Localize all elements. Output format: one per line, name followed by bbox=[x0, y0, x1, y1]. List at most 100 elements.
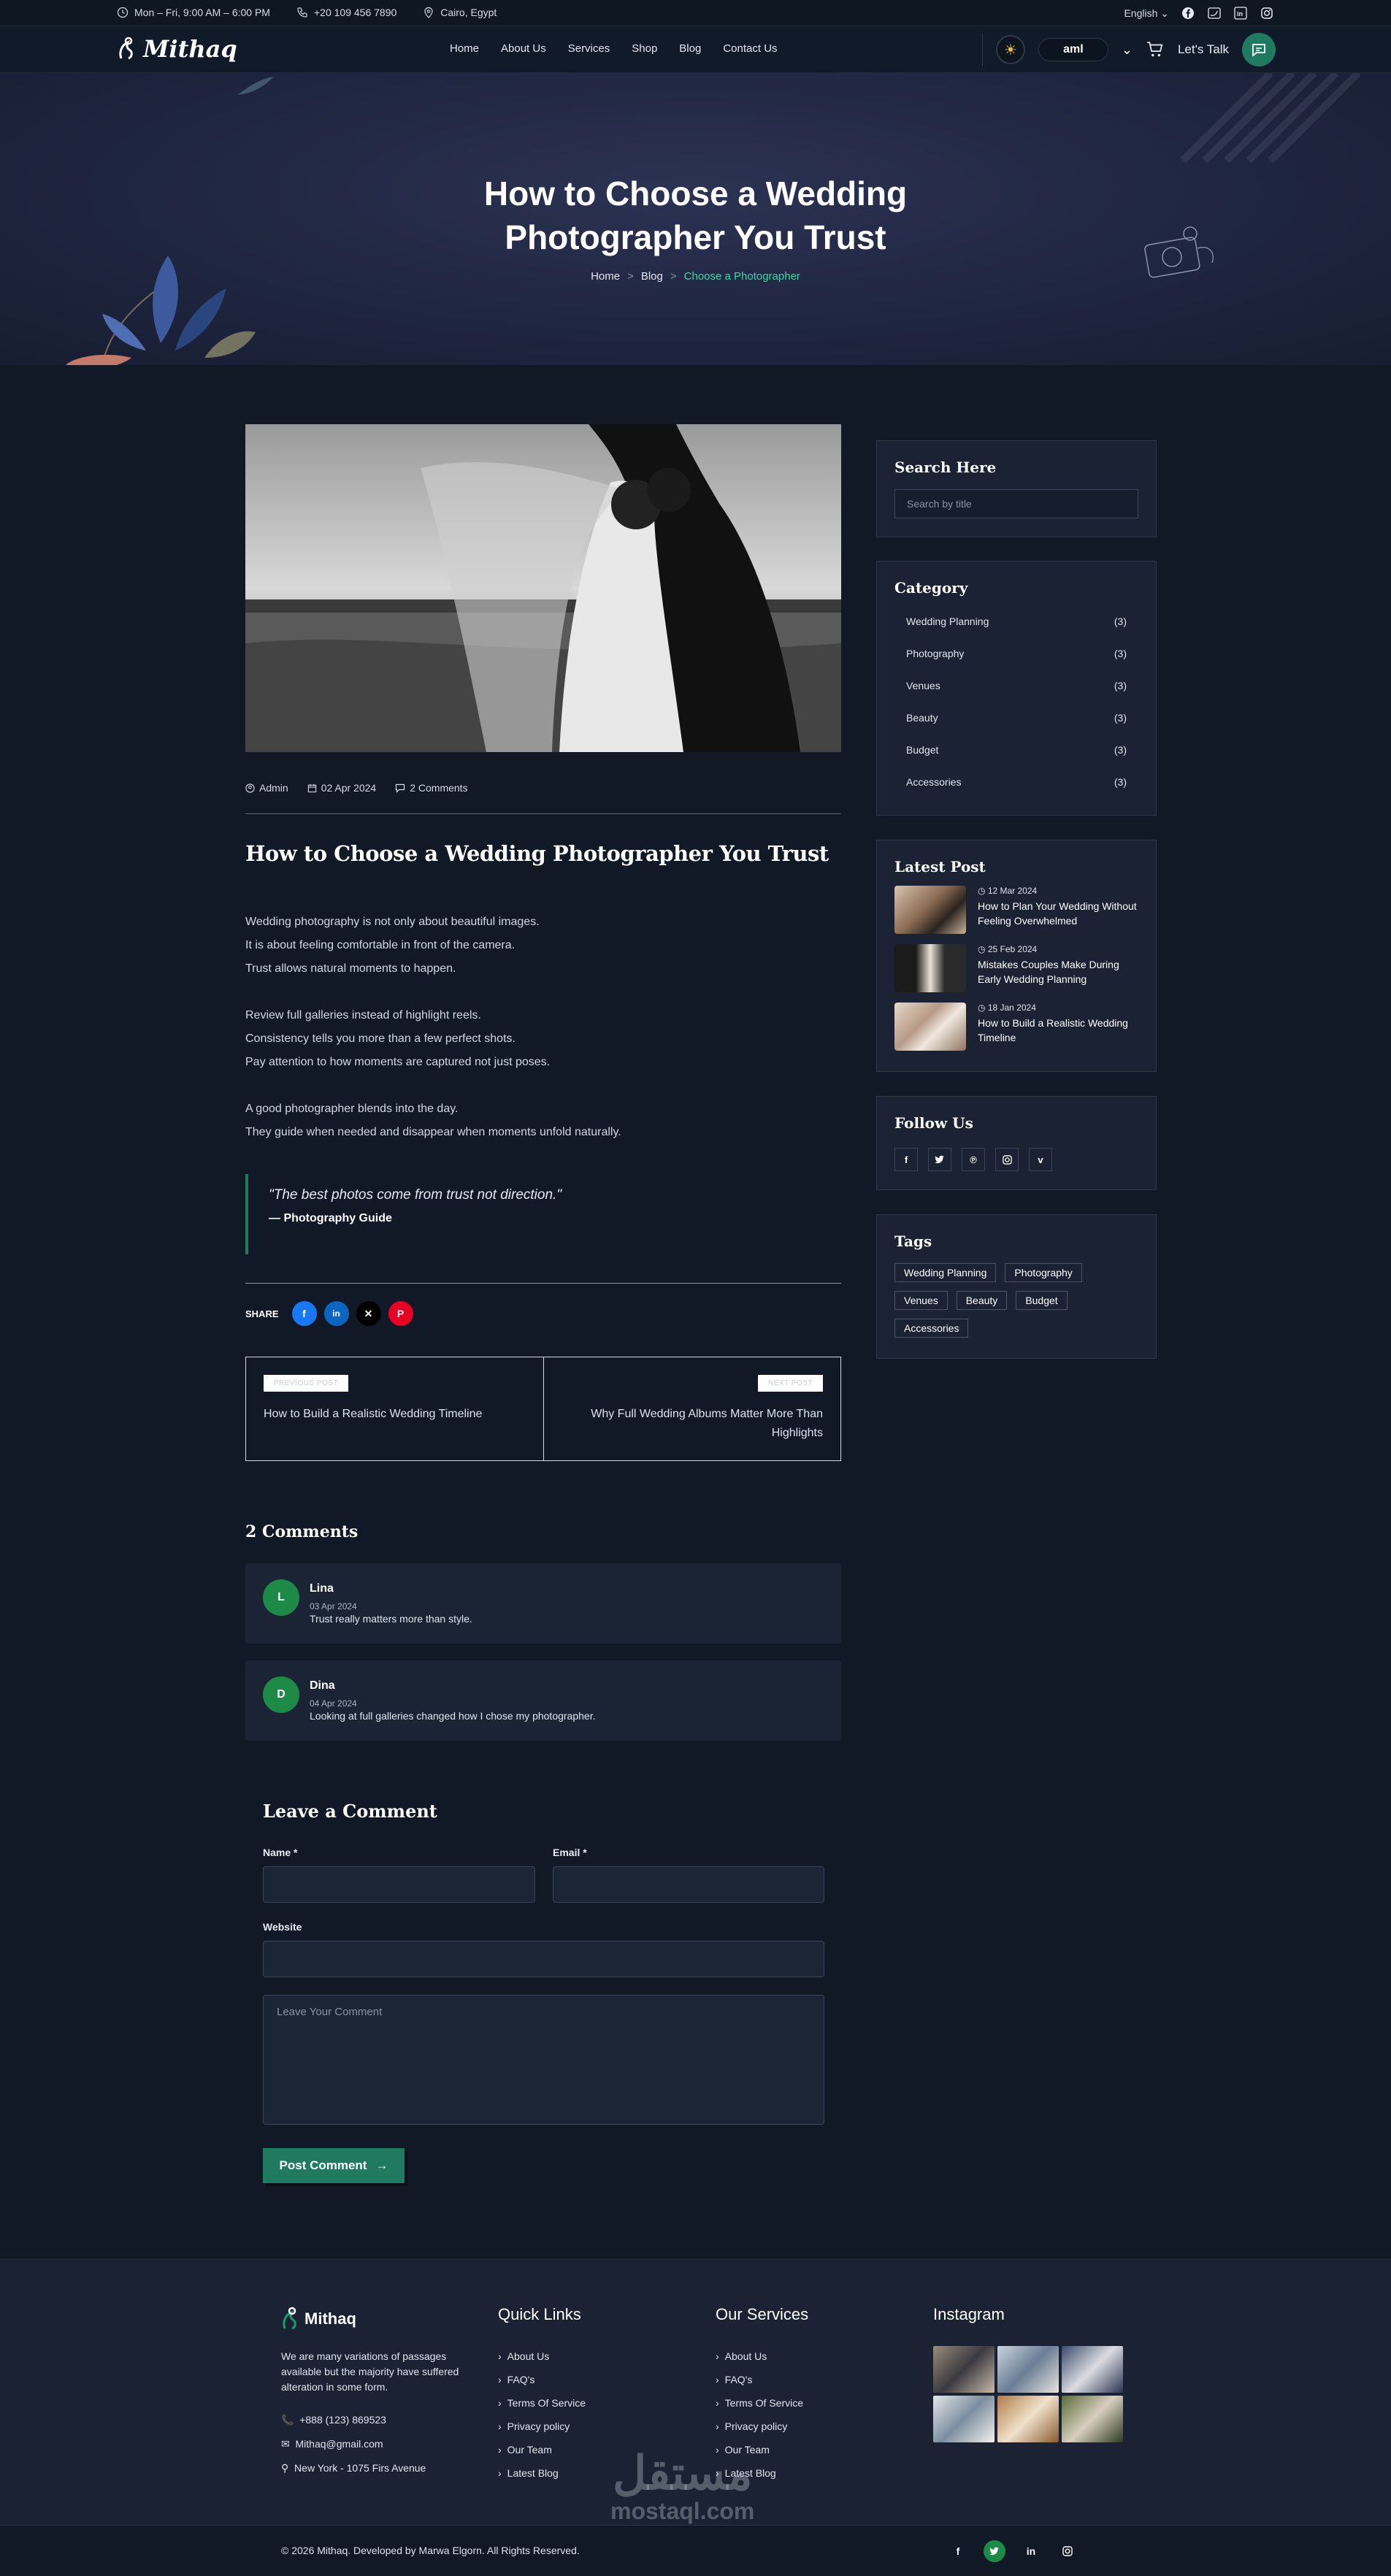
comments-heading: 2 Comments bbox=[245, 1522, 359, 1541]
footer-link[interactable]: › Terms Of Service bbox=[498, 2391, 586, 2415]
latest-post-date-text: 18 Jan 2024 bbox=[987, 1003, 1036, 1013]
instagram-photo[interactable] bbox=[933, 2396, 995, 2442]
lets-talk-link[interactable]: Let's Talk bbox=[1178, 42, 1229, 57]
footer-link[interactable]: › About Us bbox=[716, 2345, 808, 2368]
post-comments-count[interactable]: 2 Comments bbox=[395, 782, 468, 794]
instagram-icon[interactable] bbox=[1260, 6, 1274, 20]
facebook-share-icon[interactable]: f bbox=[291, 1301, 317, 1326]
menu-services[interactable]: Services bbox=[568, 42, 610, 55]
instagram-icon[interactable] bbox=[995, 1148, 1019, 1171]
menu-about[interactable]: About Us bbox=[501, 42, 546, 55]
latest-post-item[interactable]: ◷ 25 Feb 2024 Mistakes Couples Make Durin… bbox=[894, 944, 1138, 992]
footer-link[interactable]: › Terms Of Service bbox=[716, 2391, 808, 2415]
footer-link-label: Privacy policy bbox=[724, 2420, 788, 2432]
user-menu-button[interactable]: aml bbox=[1038, 38, 1108, 61]
pinterest-icon[interactable]: ℗ bbox=[962, 1148, 985, 1171]
footer-link[interactable]: › FAQ's bbox=[716, 2368, 808, 2391]
footer-link[interactable]: › Privacy policy bbox=[716, 2415, 808, 2438]
chat-button[interactable] bbox=[1242, 33, 1276, 66]
post-comment-button[interactable]: Post Comment → bbox=[263, 2148, 405, 2183]
cart-icon[interactable] bbox=[1146, 40, 1165, 59]
menu-contact[interactable]: Contact Us bbox=[723, 42, 777, 55]
post-author[interactable]: Admin bbox=[245, 782, 288, 794]
x-share-icon[interactable]: ✕ bbox=[356, 1301, 381, 1326]
footer-link[interactable]: › Our Team bbox=[498, 2438, 586, 2461]
twitter-icon[interactable] bbox=[1207, 6, 1222, 20]
vimeo-icon[interactable]: v bbox=[1029, 1148, 1052, 1171]
email-field[interactable] bbox=[553, 1866, 824, 1903]
category-count: (3) bbox=[1114, 712, 1127, 724]
previous-post-link[interactable]: PREVIOUS POST How to Build a Realistic W… bbox=[246, 1357, 543, 1460]
facebook-icon[interactable]: f bbox=[947, 2540, 969, 2562]
footer-link[interactable]: › Latest Blog bbox=[498, 2461, 586, 2485]
breadcrumb-blog[interactable]: Blog bbox=[641, 270, 663, 283]
website-field[interactable] bbox=[263, 1941, 824, 1977]
instagram-icon[interactable] bbox=[1057, 2540, 1078, 2562]
menu-home[interactable]: Home bbox=[450, 42, 479, 55]
instagram-photo[interactable] bbox=[997, 2346, 1059, 2393]
category-item[interactable]: Venues (3) bbox=[894, 670, 1138, 702]
phone-item[interactable]: +20 109 456 7890 bbox=[296, 7, 396, 18]
pinterest-share-icon[interactable]: P bbox=[388, 1301, 413, 1326]
page-hero: How to Choose a Wedding Photographer You … bbox=[0, 73, 1391, 365]
tag-item[interactable]: Photography bbox=[1005, 1263, 1082, 1282]
instagram-photo[interactable] bbox=[997, 2396, 1059, 2442]
search-input[interactable]: Search by title bbox=[894, 489, 1138, 518]
tag-item[interactable]: Wedding Planning bbox=[894, 1263, 997, 1282]
facebook-icon[interactable] bbox=[1181, 6, 1195, 20]
linkedin-icon[interactable]: in bbox=[1020, 2540, 1042, 2562]
footer-address: ⚲ New York - 1075 Firs Avenue bbox=[281, 2462, 471, 2475]
breadcrumb-separator: > bbox=[670, 270, 677, 283]
quote-author: — Photography Guide bbox=[269, 1212, 392, 1224]
comment-item: D Dina 04 Apr 2024 Looking at full galle… bbox=[245, 1660, 841, 1741]
post-title: How to Choose a Wedding Photographer You… bbox=[245, 841, 829, 866]
category-item[interactable]: Wedding Planning (3) bbox=[894, 605, 1138, 637]
footer-logo[interactable]: Mithaq bbox=[281, 2307, 471, 2331]
linkedin-icon[interactable]: in bbox=[1233, 6, 1248, 20]
tag-item[interactable]: Budget bbox=[1016, 1291, 1068, 1310]
category-item[interactable]: Accessories (3) bbox=[894, 766, 1138, 798]
latest-post-item[interactable]: ◷ 12 Mar 2024 How to Plan Your Wedding Wi… bbox=[894, 886, 1138, 934]
twitter-icon[interactable] bbox=[984, 2540, 1005, 2562]
comment-textarea[interactable]: Leave Your Comment bbox=[263, 1995, 824, 2125]
chevron-right-icon: › bbox=[498, 2420, 502, 2432]
quick-links-heading: Quick Links bbox=[498, 2305, 581, 2323]
menu-shop[interactable]: Shop bbox=[632, 42, 657, 55]
theme-toggle-sun-icon[interactable]: ☀ bbox=[995, 35, 1025, 64]
linkedin-share-icon[interactable]: in bbox=[323, 1301, 349, 1326]
category-item[interactable]: Budget (3) bbox=[894, 734, 1138, 766]
phone-text: +20 109 456 7890 bbox=[313, 7, 397, 18]
instagram-photo[interactable] bbox=[1062, 2396, 1123, 2442]
next-post-tag: NEXT POST bbox=[758, 1375, 823, 1392]
footer-phone[interactable]: 📞 +888 (123) 869523 bbox=[281, 2414, 471, 2426]
clock-icon: ◷ bbox=[978, 886, 986, 896]
footer-link-label: Terms Of Service bbox=[507, 2397, 586, 2409]
latest-post-item[interactable]: ◷ 18 Jan 2024 How to Build a Realistic We… bbox=[894, 1003, 1138, 1051]
name-field[interactable] bbox=[263, 1866, 535, 1903]
language-select[interactable]: English ⌄ bbox=[1124, 7, 1169, 20]
breadcrumb-home[interactable]: Home bbox=[591, 270, 620, 283]
instagram-photo[interactable] bbox=[933, 2346, 995, 2393]
footer-link[interactable]: › Privacy policy bbox=[498, 2415, 586, 2438]
menu-blog[interactable]: Blog bbox=[679, 42, 701, 55]
twitter-icon[interactable] bbox=[928, 1148, 951, 1171]
tag-item[interactable]: Beauty bbox=[956, 1291, 1008, 1310]
facebook-icon[interactable]: f bbox=[894, 1148, 918, 1171]
email-label: Email * bbox=[553, 1847, 587, 1858]
tag-item[interactable]: Venues bbox=[894, 1291, 948, 1310]
chevron-right-icon: › bbox=[716, 2397, 719, 2409]
location-item: Cairo, Egypt bbox=[423, 7, 497, 18]
instagram-photo[interactable] bbox=[1062, 2346, 1123, 2393]
category-item[interactable]: Photography (3) bbox=[894, 637, 1138, 670]
tag-item[interactable]: Accessories bbox=[894, 1319, 969, 1338]
latest-post-widget: Latest Post ◷ 12 Mar 2024 How to Plan You… bbox=[876, 840, 1157, 1072]
footer-link[interactable]: › FAQ's bbox=[498, 2368, 586, 2391]
category-item[interactable]: Beauty (3) bbox=[894, 702, 1138, 734]
footer-email[interactable]: ✉ Mithaq@gmail.com bbox=[281, 2438, 471, 2450]
previous-post-title: How to Build a Realistic Wedding Timelin… bbox=[264, 1408, 483, 1420]
next-post-link[interactable]: NEXT POST Why Full Wedding Albums Matter… bbox=[543, 1357, 840, 1460]
site-logo[interactable]: Mithaq bbox=[117, 35, 237, 63]
footer-link[interactable]: › About Us bbox=[498, 2345, 586, 2368]
chat-icon bbox=[1252, 44, 1265, 57]
chevron-down-icon[interactable]: ⌄ bbox=[1122, 42, 1133, 58]
